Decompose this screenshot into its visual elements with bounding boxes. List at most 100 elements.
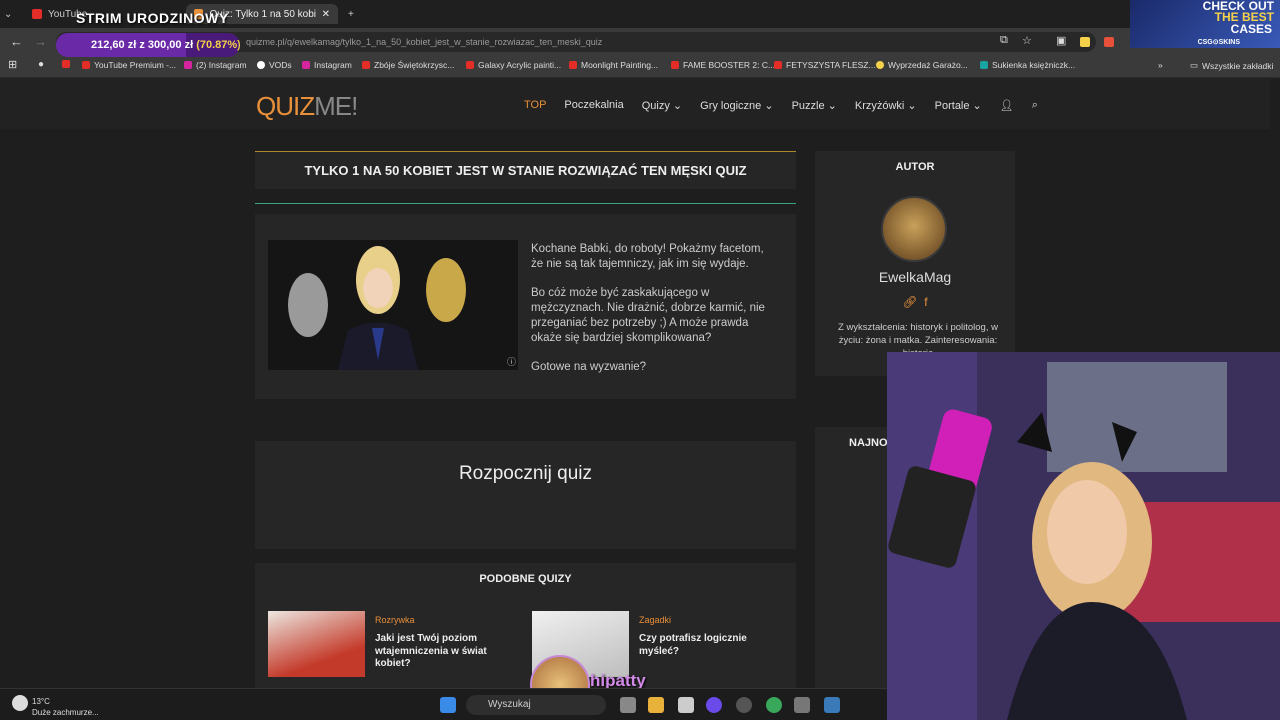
- author-name[interactable]: EwelkaMag: [815, 269, 1015, 285]
- task-view-icon[interactable]: [620, 697, 636, 713]
- author-widget: AUTOR EwelkaMag 🔗︎ f Z wykształcenia: hi…: [815, 151, 1015, 376]
- youtube-icon: [466, 61, 474, 69]
- nav-gry-logiczne[interactable]: Gry logiczne ⌄: [700, 99, 773, 112]
- bookmark-item[interactable]: Galaxy Acrylic painti...: [466, 60, 561, 70]
- link-icon[interactable]: 🔗︎: [902, 295, 917, 309]
- bookmark-item[interactable]: Zbóje Świętokrzysc...: [362, 60, 454, 70]
- weather-desc: Duże zachmurze...: [32, 708, 99, 717]
- facebook-icon[interactable]: f: [924, 295, 927, 309]
- bookmark-label: Instagram: [314, 60, 352, 70]
- goal-text: 212,60 zł z 300,00 zł (70.87%): [91, 39, 240, 51]
- info-icon[interactable]: ⓘ: [507, 355, 516, 368]
- extension-icon[interactable]: [1080, 37, 1090, 47]
- bookmark-label: Moonlight Painting...: [581, 60, 659, 70]
- bookmark-item[interactable]: Wyprzedaż Garażo...: [876, 60, 968, 70]
- youtube-icon: [671, 61, 679, 69]
- back-icon[interactable]: ←: [10, 34, 23, 49]
- youtube-icon: [362, 61, 370, 69]
- bookmark-item[interactable]: Sukienka księżniczk...: [980, 60, 1075, 70]
- apps-icon[interactable]: ⊞: [8, 58, 17, 71]
- bookmark-label: Zbóje Świętokrzysc...: [374, 60, 455, 70]
- weather-temp: 13°C: [32, 697, 50, 706]
- intro-paragraph: Kochane Babki, do roboty! Pokażmy faceto…: [531, 243, 764, 270]
- quiz-thumbnail: [268, 611, 365, 677]
- youtube-icon: [62, 60, 70, 68]
- settings-icon[interactable]: [794, 697, 810, 713]
- quiz-intro: ⓘ Kochane Babki, do roboty! Pokażmy face…: [255, 214, 796, 399]
- ad-brand: CSG⊙SKINS: [1197, 39, 1240, 46]
- similar-heading: PODOBNE QUIZY: [479, 573, 572, 585]
- extension-icon[interactable]: [1104, 37, 1114, 47]
- new-tab-button[interactable]: +: [348, 4, 354, 24]
- extension-icon[interactable]: ▣: [1056, 34, 1066, 47]
- bookmark-label: Sukienka księżniczk...: [992, 60, 1076, 70]
- author-heading: AUTOR: [895, 161, 935, 173]
- shop-icon: [876, 61, 884, 69]
- instagram-icon: [302, 61, 310, 69]
- quiz-title-link[interactable]: Czy potrafisz logicznie myśleć?: [639, 633, 779, 658]
- nav-poczekalnia[interactable]: Poczekalnia: [564, 99, 623, 112]
- site-logo[interactable]: QUIZME!: [256, 91, 358, 122]
- file-explorer-icon[interactable]: [648, 697, 664, 713]
- bookmark-item[interactable]: Moonlight Painting...: [569, 60, 658, 70]
- bookmark-label: Galaxy Acrylic painti...: [478, 60, 562, 70]
- chrome-icon[interactable]: [766, 697, 782, 713]
- intro-paragraph: Bo cóż może być zaskakującego w mężczyzn…: [531, 287, 765, 344]
- logo-part-1: QUIZ: [256, 91, 315, 121]
- cloud-icon: [12, 695, 28, 711]
- nav-quizy[interactable]: Quizy ⌄: [642, 99, 682, 112]
- author-avatar[interactable]: [881, 196, 947, 262]
- search-icon[interactable]: ⌕: [1032, 99, 1038, 112]
- start-quiz-button[interactable]: Rozpocznij quiz: [255, 441, 796, 549]
- tab-list-button[interactable]: ⌄: [4, 4, 22, 24]
- screen: ⌄ YouTube Quiz: Tylko 1 na 50 kobiet jes…: [0, 0, 1280, 720]
- bookmark-item[interactable]: FAME BOOSTER 2: C...: [671, 60, 775, 70]
- taskbar-search[interactable]: Wyszukaj: [466, 695, 606, 715]
- user-icon[interactable]: 👤︎: [1000, 99, 1014, 112]
- close-icon[interactable]: ✕: [322, 9, 330, 20]
- goal-percent: (70.87%): [196, 39, 240, 51]
- youtube-icon: [569, 61, 577, 69]
- bookmark-label: VODs: [269, 60, 292, 70]
- nav-puzzle[interactable]: Puzzle ⌄: [792, 99, 837, 112]
- store-icon[interactable]: [678, 697, 694, 713]
- ad-line: CASES: [1230, 22, 1272, 36]
- bookmark-item[interactable]: VODs: [257, 60, 292, 70]
- instagram-icon: [184, 61, 192, 69]
- windows-start-icon[interactable]: [440, 697, 456, 713]
- windows-taskbar: 13°C Duże zachmurze... Wyszukaj: [0, 688, 887, 720]
- nav-top[interactable]: TOP: [524, 99, 546, 112]
- star-icon[interactable]: ☆: [1022, 34, 1032, 47]
- notepad-icon[interactable]: [824, 697, 840, 713]
- nav-portale[interactable]: Portale ⌄: [935, 99, 982, 112]
- nav-krzyzowki[interactable]: Krzyżówki ⌄: [855, 99, 917, 112]
- quiz-title: TYLKO 1 NA 50 KOBIET JEST W STANIE ROZWI…: [255, 151, 796, 189]
- author-social: 🔗︎ f: [815, 295, 1015, 309]
- intro-paragraph: Gotowe na wyzwanie?: [531, 361, 647, 373]
- bookmark-item[interactable]: YouTube Premium -...: [82, 60, 176, 70]
- youtube-icon: [82, 61, 90, 69]
- stream-title: STRIM URODZINOWY: [76, 10, 229, 26]
- bookmark-label: FAME BOOSTER 2: C...: [683, 60, 776, 70]
- bookmark-item[interactable]: Instagram: [302, 60, 352, 70]
- quiz-hero-image: ⓘ: [268, 240, 518, 370]
- quiz-category[interactable]: Rozrywka: [375, 615, 415, 625]
- bookmark-label: (2) Instagram: [196, 60, 247, 70]
- logo-part-2: ME!: [314, 91, 358, 121]
- app-icon[interactable]: [706, 697, 722, 713]
- quiz-title-link[interactable]: Jaki jest Twój poziom wtajemniczenia w ś…: [375, 633, 515, 671]
- install-icon[interactable]: ⧉: [1000, 34, 1008, 47]
- bookmark-label: Wyprzedaż Garażo...: [888, 60, 968, 70]
- vinted-icon: [980, 61, 988, 69]
- more-bookmarks-icon[interactable]: »: [1158, 60, 1163, 70]
- main-nav: TOP Poczekalnia Quizy ⌄ Gry logiczne ⌄ P…: [524, 99, 1038, 112]
- all-bookmarks-button[interactable]: ▭ Wszystkie zakładki: [1190, 60, 1273, 71]
- obs-icon[interactable]: [736, 697, 752, 713]
- github-icon[interactable]: ●: [38, 59, 44, 70]
- bookmark-item[interactable]: [62, 60, 70, 68]
- bookmark-label: YouTube Premium -...: [94, 60, 177, 70]
- forward-icon[interactable]: →: [34, 34, 47, 49]
- bookmark-item[interactable]: (2) Instagram: [184, 60, 247, 70]
- bookmark-item[interactable]: FETYSZYSTA FLESZ...: [774, 60, 876, 70]
- quiz-category[interactable]: Zagadki: [639, 615, 671, 625]
